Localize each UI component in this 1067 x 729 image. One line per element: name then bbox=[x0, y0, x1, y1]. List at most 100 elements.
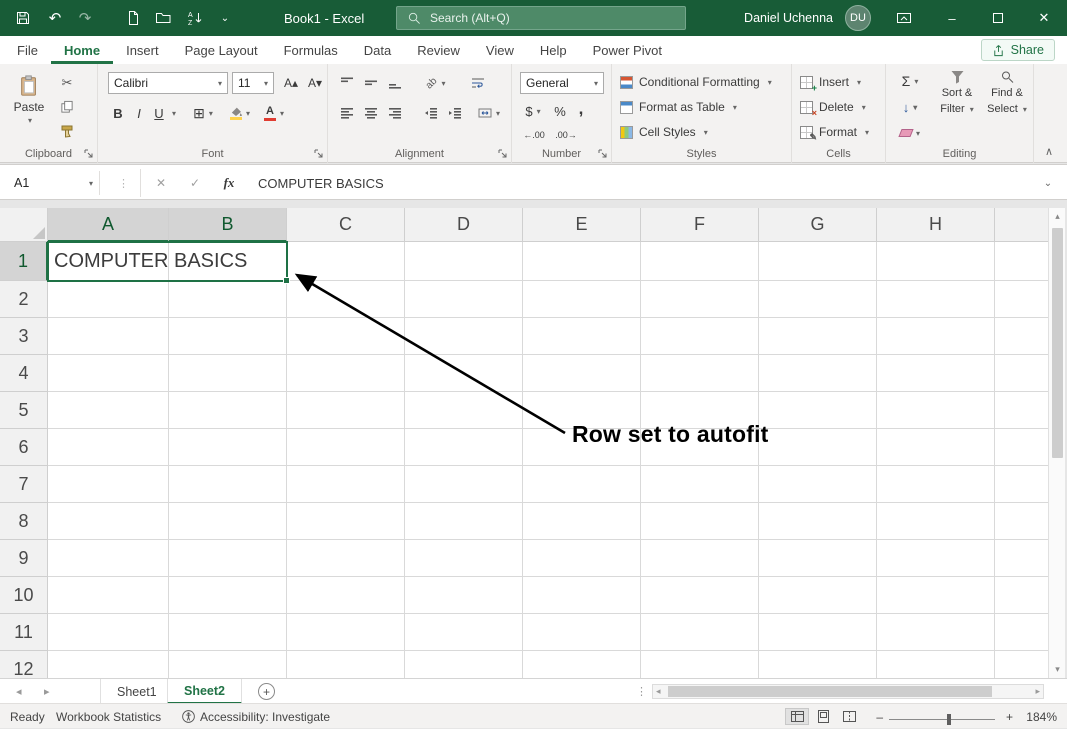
fill-color-button[interactable]: ▾ bbox=[226, 102, 254, 124]
column-header-A[interactable]: A bbox=[48, 208, 169, 242]
cell-D6[interactable] bbox=[405, 429, 523, 466]
number-dialog-launcher[interactable] bbox=[596, 147, 608, 159]
cell-E3[interactable] bbox=[523, 318, 641, 355]
cell-D10[interactable] bbox=[405, 577, 523, 614]
cell-E10[interactable] bbox=[523, 577, 641, 614]
cell-D2[interactable] bbox=[405, 281, 523, 318]
number-format-select[interactable]: General▾ bbox=[520, 72, 604, 94]
cell-G2[interactable] bbox=[759, 281, 877, 318]
cell-F3[interactable] bbox=[641, 318, 759, 355]
underline-dropdown-icon[interactable]: ▾ bbox=[172, 109, 176, 118]
tab-view[interactable]: View bbox=[473, 36, 527, 64]
italic-button[interactable]: I bbox=[130, 102, 148, 124]
cell-B8[interactable] bbox=[169, 503, 287, 540]
tab-insert[interactable]: Insert bbox=[113, 36, 172, 64]
scroll-right-button[interactable]: ▸ bbox=[1035, 685, 1040, 698]
cell-D12[interactable] bbox=[405, 651, 523, 678]
horizontal-scrollbar[interactable]: ◂ ▸ bbox=[652, 684, 1044, 699]
cell-D4[interactable] bbox=[405, 355, 523, 392]
cell-H8[interactable] bbox=[877, 503, 995, 540]
cell-C11[interactable] bbox=[287, 614, 405, 651]
cell-E9[interactable] bbox=[523, 540, 641, 577]
row-header-9[interactable]: 9 bbox=[0, 540, 48, 577]
cell-B4[interactable] bbox=[169, 355, 287, 392]
cell-G8[interactable] bbox=[759, 503, 877, 540]
new-file-button[interactable] bbox=[120, 5, 146, 31]
name-box[interactable]: A1 ▾ bbox=[8, 171, 100, 195]
cell-H12[interactable] bbox=[877, 651, 995, 678]
underline-button[interactable]: U bbox=[150, 102, 168, 124]
row-header-7[interactable]: 7 bbox=[0, 466, 48, 503]
font-color-button[interactable]: A ▾ bbox=[260, 102, 288, 124]
cell-C10[interactable] bbox=[287, 577, 405, 614]
formula-bar-splitter[interactable]: ⋮ bbox=[118, 165, 129, 201]
cell-G1[interactable] bbox=[759, 242, 877, 281]
open-file-button[interactable] bbox=[150, 5, 176, 31]
cell-F8[interactable] bbox=[641, 503, 759, 540]
cell-E8[interactable] bbox=[523, 503, 641, 540]
row-header-1[interactable]: 1 bbox=[0, 242, 48, 281]
row-header-4[interactable]: 4 bbox=[0, 355, 48, 392]
cell-G9[interactable] bbox=[759, 540, 877, 577]
column-header-B[interactable]: B bbox=[169, 208, 287, 242]
row-header-10[interactable]: 10 bbox=[0, 577, 48, 614]
sheet-nav-right-button[interactable]: ▸ bbox=[44, 679, 50, 704]
cell-A12[interactable] bbox=[48, 651, 169, 678]
borders-button[interactable]: ⊞▾ bbox=[190, 102, 216, 124]
font-dialog-launcher[interactable] bbox=[312, 147, 324, 159]
cell-G3[interactable] bbox=[759, 318, 877, 355]
cell-A8[interactable] bbox=[48, 503, 169, 540]
decrease-decimal-button[interactable]: .00→ bbox=[552, 124, 580, 146]
maximize-button[interactable] bbox=[975, 0, 1021, 36]
font-family-select[interactable]: Calibri▾ bbox=[108, 72, 228, 94]
cell-E4[interactable] bbox=[523, 355, 641, 392]
row-header-3[interactable]: 3 bbox=[0, 318, 48, 355]
tab-review[interactable]: Review bbox=[404, 36, 473, 64]
alignment-dialog-launcher[interactable] bbox=[496, 147, 508, 159]
cell-F4[interactable] bbox=[641, 355, 759, 392]
fill-button[interactable]: ↓▾ bbox=[894, 96, 926, 118]
page-layout-view-button[interactable] bbox=[811, 708, 835, 725]
cell-D5[interactable] bbox=[405, 392, 523, 429]
cell-A11[interactable] bbox=[48, 614, 169, 651]
wrap-text-button[interactable] bbox=[466, 72, 490, 94]
formula-input[interactable]: COMPUTER BASICS bbox=[258, 165, 384, 201]
cell-H1[interactable] bbox=[877, 242, 995, 281]
cell-D1[interactable] bbox=[405, 242, 523, 281]
cell-H10[interactable] bbox=[877, 577, 995, 614]
column-header-F[interactable]: F bbox=[641, 208, 759, 242]
cell-F11[interactable] bbox=[641, 614, 759, 651]
align-right-button[interactable] bbox=[384, 102, 406, 124]
cell-C9[interactable] bbox=[287, 540, 405, 577]
cell-A7[interactable] bbox=[48, 466, 169, 503]
accounting-format-button[interactable]: $▾ bbox=[520, 100, 546, 122]
column-header-E[interactable]: E bbox=[523, 208, 641, 242]
cell-H11[interactable] bbox=[877, 614, 995, 651]
sheet-tab-sheet1[interactable]: Sheet1 bbox=[100, 679, 174, 704]
column-header-G[interactable]: G bbox=[759, 208, 877, 242]
tab-page-layout[interactable]: Page Layout bbox=[172, 36, 271, 64]
find-select-button[interactable]: Find & Select ▾ bbox=[984, 70, 1030, 116]
cell-D7[interactable] bbox=[405, 466, 523, 503]
row-header-6[interactable]: 6 bbox=[0, 429, 48, 466]
align-bottom-button[interactable] bbox=[384, 72, 406, 94]
row-header-2[interactable]: 2 bbox=[0, 281, 48, 318]
new-sheet-button[interactable]: + bbox=[258, 683, 275, 700]
search-box[interactable]: Search (Alt+Q) bbox=[396, 6, 686, 30]
cell-F1[interactable] bbox=[641, 242, 759, 281]
tab-file[interactable]: File bbox=[4, 36, 51, 64]
format-painter-button[interactable] bbox=[56, 120, 78, 142]
zoom-slider[interactable] bbox=[889, 719, 995, 720]
sort-filter-button[interactable]: Sort & Filter ▾ bbox=[934, 70, 980, 116]
scroll-left-button[interactable]: ◂ bbox=[656, 685, 661, 698]
scroll-down-button[interactable]: ▾ bbox=[1049, 661, 1066, 678]
cell-A2[interactable] bbox=[48, 281, 169, 318]
workbook-statistics-button[interactable]: Workbook Statistics bbox=[56, 704, 161, 729]
cell-B2[interactable] bbox=[169, 281, 287, 318]
cut-button[interactable]: ✂ bbox=[56, 72, 78, 94]
sort-button[interactable]: AZ bbox=[182, 5, 208, 31]
cell-B11[interactable] bbox=[169, 614, 287, 651]
merge-center-button[interactable]: ▾ bbox=[474, 102, 504, 124]
cell-F12[interactable] bbox=[641, 651, 759, 678]
row-header-8[interactable]: 8 bbox=[0, 503, 48, 540]
